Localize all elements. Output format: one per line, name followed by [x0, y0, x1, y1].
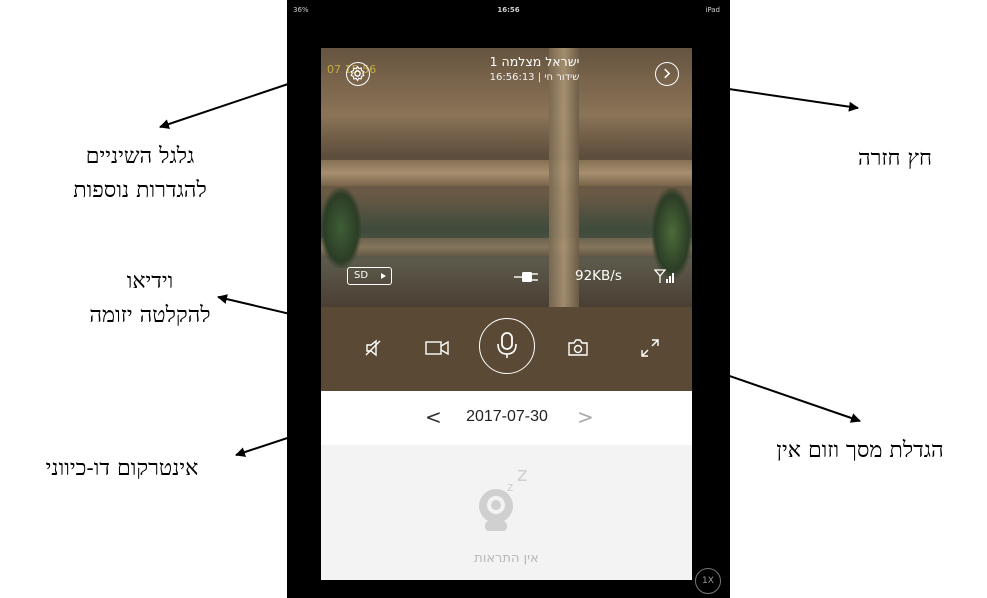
status-bar: 36% 16:56 iPad — [287, 0, 730, 22]
next-day-button[interactable]: > — [577, 405, 594, 429]
annotation-intercom: אינטרקום דו-כיווני — [45, 456, 199, 481]
intercom-mic-button[interactable] — [479, 318, 535, 374]
video-scene-bar — [321, 160, 692, 186]
camera-snapshot-icon[interactable] — [567, 337, 589, 357]
video-record-icon[interactable] — [424, 338, 452, 358]
sleeping-camera-icon: z z — [479, 462, 528, 531]
video-scene-bar — [321, 238, 692, 256]
date-navigator: < 2017-07-30 > — [321, 391, 692, 446]
settings-button[interactable] — [346, 62, 370, 86]
arrow-back — [721, 87, 859, 112]
video-scene-plant — [652, 188, 692, 278]
annotation-settings: גלגל השיניים להגדרות נוספות — [20, 140, 260, 208]
video-scene-plant — [321, 188, 361, 268]
bitrate-readout: 92KB/s — [575, 268, 622, 284]
quality-label: SD — [354, 270, 369, 281]
annotation-settings-line2: להגדרות נוספות — [73, 178, 207, 203]
camera-name: ישראל מצלמה 1 — [489, 54, 580, 69]
play-triangle-icon — [381, 273, 386, 279]
annotation-settings-line1: גלגל השיניים — [85, 144, 195, 169]
power-plug-icon — [514, 272, 538, 282]
microphone-icon — [497, 332, 517, 358]
annotation-video-record: וידיאו להקלטה יזומה — [30, 265, 270, 333]
live-status: שידור חי | 16:56:13 — [489, 72, 580, 83]
chevron-right-icon — [664, 68, 671, 79]
control-bar — [321, 307, 692, 391]
status-clock: 16:56 — [497, 6, 520, 14]
quality-toggle-button[interactable]: SD — [347, 267, 392, 285]
mute-icon[interactable] — [363, 338, 383, 358]
annotation-video-line1: וידיאו — [126, 269, 174, 294]
device-label: iPad — [705, 6, 720, 14]
svg-text:z: z — [507, 480, 513, 494]
wifi-signal-icon — [654, 269, 674, 283]
fullscreen-expand-icon[interactable] — [639, 337, 661, 359]
annotation-fullscreen: הגדלת מסך וזום אין — [776, 438, 944, 463]
previous-day-button[interactable]: < — [425, 405, 442, 429]
svg-text:z: z — [517, 462, 528, 486]
current-date[interactable]: 2017-07-30 — [441, 408, 573, 426]
back-button[interactable] — [655, 62, 679, 86]
playback-speed-button[interactable]: 1X — [695, 568, 721, 594]
live-video-feed[interactable]: 07 15:56 ישראל מצלמה 1 שידור חי | 16:56:… — [321, 48, 692, 307]
gear-icon — [350, 65, 365, 82]
annotation-back: חץ חזרה — [857, 146, 933, 171]
empty-state-text: אין התראות — [474, 551, 539, 566]
events-list: z z אין התראות — [321, 445, 692, 580]
ipad-screen: 36% 16:56 iPad 07 15:56 ישראל מצלמה 1 שי… — [287, 0, 730, 598]
annotation-video-line2: להקלטה יזומה — [89, 303, 211, 328]
